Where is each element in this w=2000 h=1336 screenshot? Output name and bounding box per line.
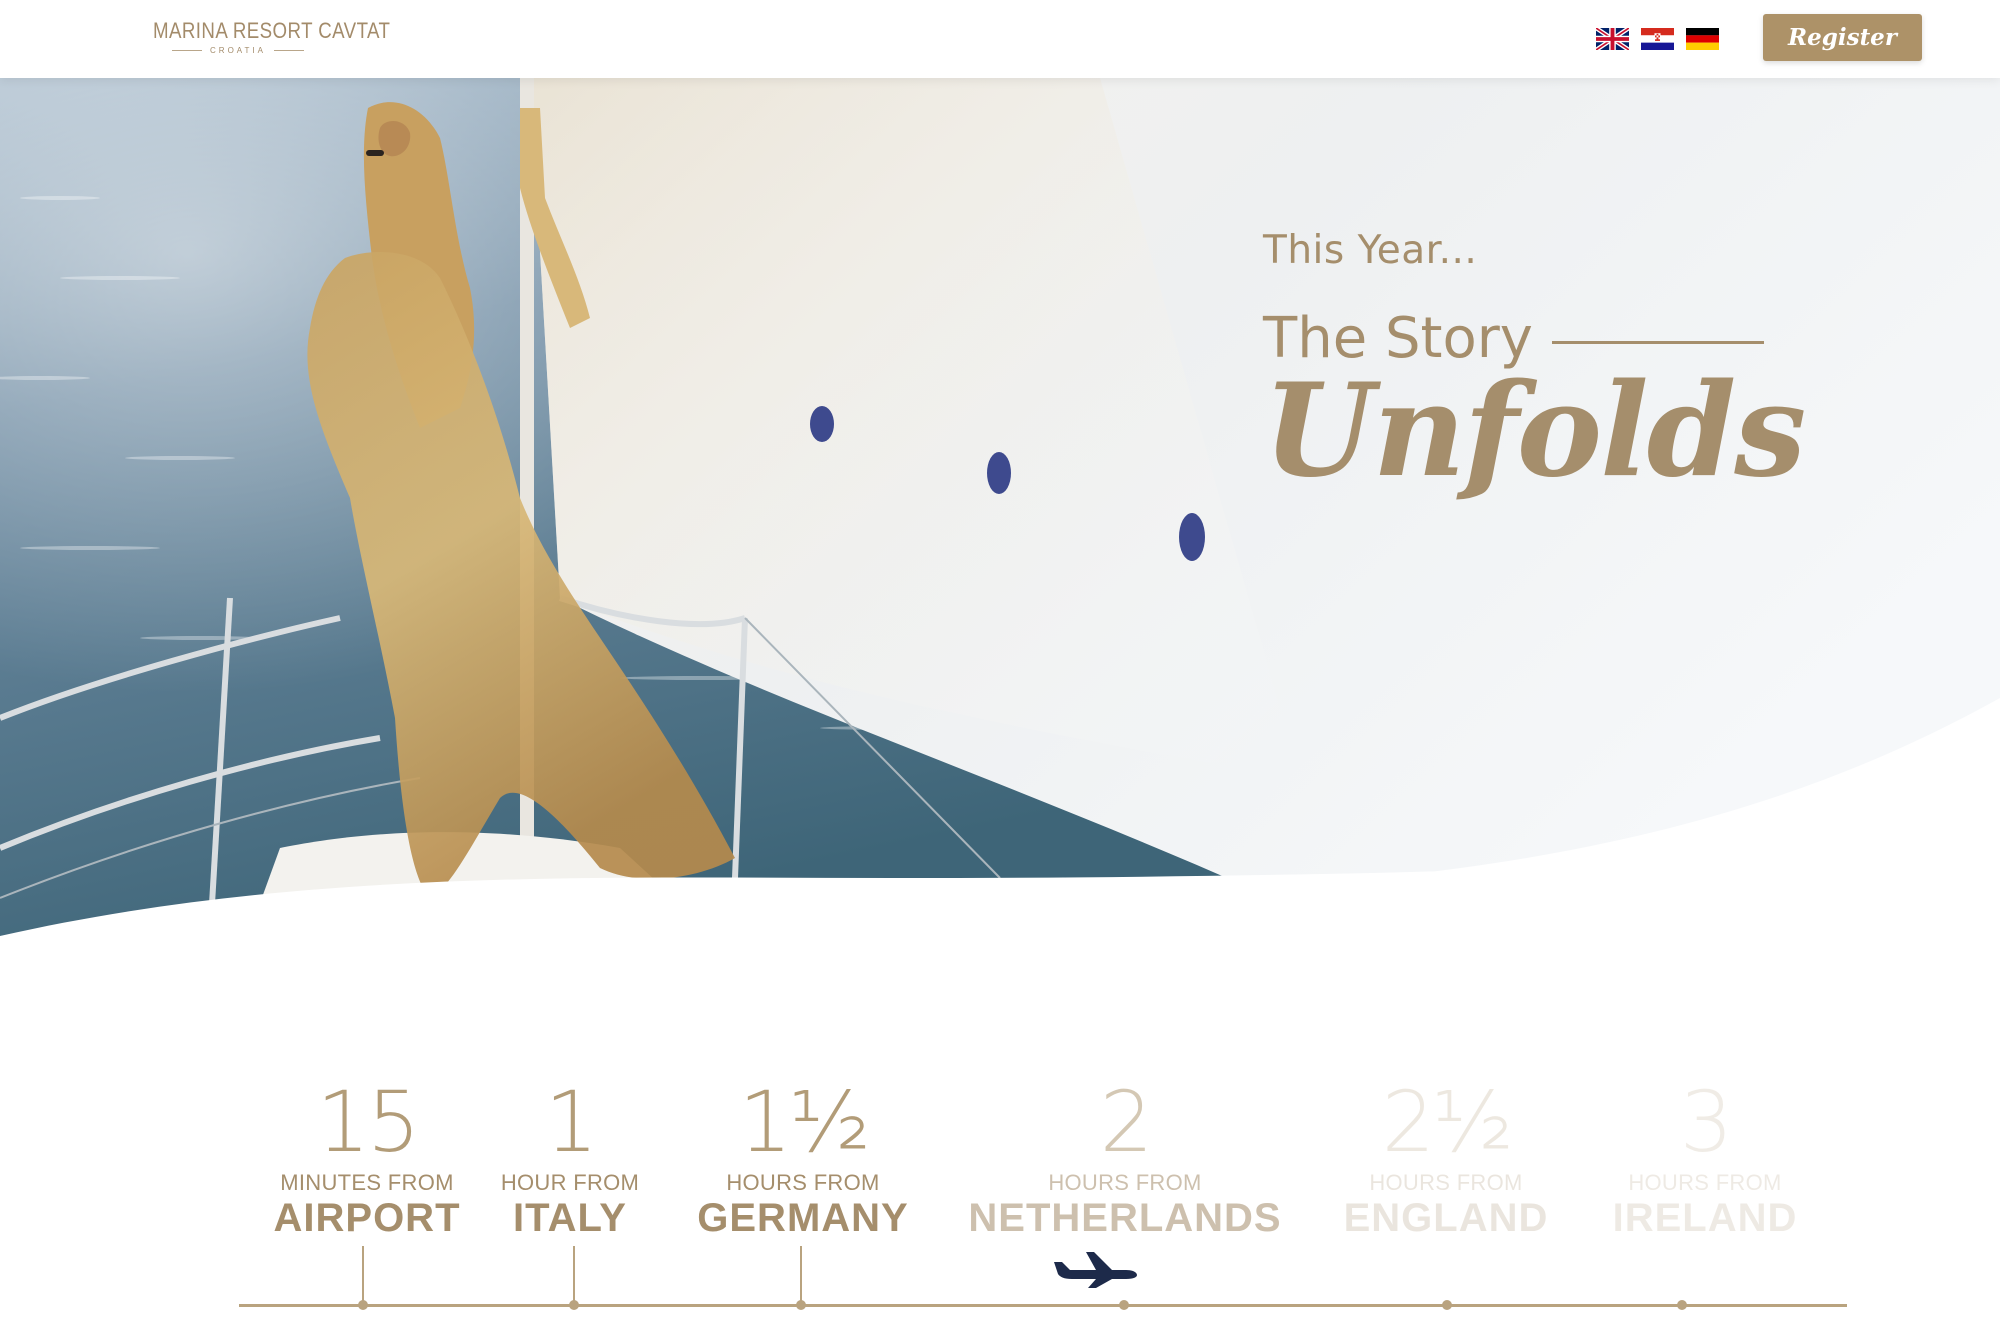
stop-place: NETHERLANDS <box>968 1196 1282 1240</box>
stop-number: 3 <box>1679 1073 1733 1171</box>
site-header: MARINA RESORT CAVTAT CROATIA Register <box>0 0 2000 78</box>
timeline-dot <box>1119 1300 1129 1310</box>
stop-place: GERMANY <box>697 1196 909 1240</box>
airplane-icon <box>1054 1252 1137 1288</box>
timeline-stop-ireland: 3 HOURS FROM IRELAND <box>1545 1078 1865 1241</box>
timeline-stop-netherlands: 2 HOURS FROM NETHERLANDS <box>965 1078 1285 1241</box>
uk-flag-icon[interactable] <box>1596 28 1629 50</box>
travel-time-timeline: 15 MINUTES FROM AIRPORT 1 HOUR FROM ITAL… <box>0 1050 2000 1336</box>
timeline-tick <box>362 1246 364 1304</box>
language-switcher <box>1596 28 1719 50</box>
germany-flag-icon[interactable] <box>1686 28 1719 50</box>
stop-number: 1½ <box>738 1073 871 1171</box>
logo[interactable]: MARINA RESORT CAVTAT CROATIA <box>132 18 390 55</box>
register-button[interactable]: Register <box>1763 14 1922 61</box>
timeline-line <box>239 1304 1847 1307</box>
timeline-dot <box>1442 1300 1452 1310</box>
hero-title-line2: Unfolds <box>1263 356 1806 506</box>
stop-unit: HOURS FROM <box>726 1170 880 1195</box>
logo-country: CROATIA <box>210 46 266 55</box>
stop-place: IRELAND <box>1612 1196 1798 1240</box>
divider <box>273 50 304 51</box>
stop-number: 2 <box>1099 1073 1153 1171</box>
timeline-dot <box>358 1300 368 1310</box>
title-rule <box>1552 341 1764 344</box>
hero-image <box>0 78 2000 958</box>
stop-unit: HOURS FROM <box>1628 1170 1782 1195</box>
stop-unit: HOURS FROM <box>1048 1170 1202 1195</box>
timeline-tick <box>800 1246 802 1304</box>
timeline-stop-germany: 1½ HOURS FROM GERMANY <box>643 1078 963 1241</box>
logo-subtitle: CROATIA <box>132 46 344 55</box>
divider <box>172 50 203 51</box>
croatia-flag-icon[interactable] <box>1641 28 1674 50</box>
timeline-dot <box>796 1300 806 1310</box>
hero-section: This Year... The Story Unfolds <box>0 78 2000 958</box>
hero-kicker: This Year... <box>1263 228 1478 273</box>
timeline-dot <box>1677 1300 1687 1310</box>
timeline-tick <box>573 1246 575 1304</box>
logo-name: MARINA RESORT CAVTAT <box>152 18 391 43</box>
timeline-dot <box>569 1300 579 1310</box>
